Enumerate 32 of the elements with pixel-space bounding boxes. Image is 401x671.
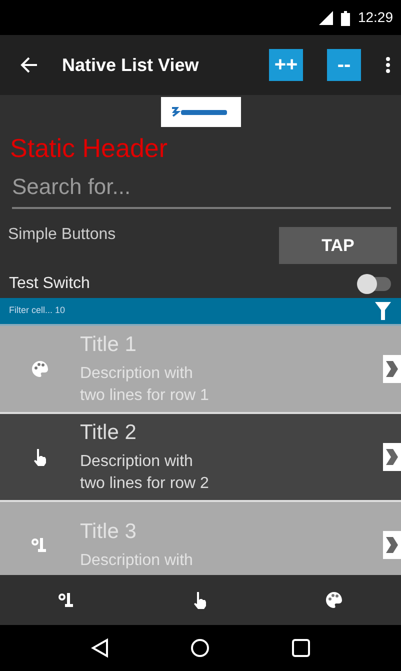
chevron-icon[interactable]: [383, 443, 401, 472]
row-description: Description with two lines for row 1: [80, 364, 210, 406]
recents-icon[interactable]: [292, 639, 310, 657]
signal-icon: [318, 11, 333, 26]
test-switch-label: Test Switch: [9, 274, 90, 294]
row-description: Description with: [80, 550, 194, 571]
toggle-switch[interactable]: [359, 277, 391, 292]
search-field[interactable]: Search for...: [12, 166, 391, 210]
chevron-icon[interactable]: [383, 531, 401, 560]
back-icon[interactable]: [90, 638, 109, 658]
home-icon[interactable]: [190, 638, 210, 658]
simple-buttons-label: Simple Buttons: [8, 225, 116, 246]
tap-button[interactable]: TAP: [279, 227, 397, 264]
row-title: Title 1: [80, 332, 138, 358]
logo-icon: [160, 97, 240, 127]
row-title: Title 2: [80, 420, 138, 446]
filter-icon[interactable]: [375, 302, 391, 320]
palette-icon: [30, 359, 50, 380]
row-title: Title 3: [80, 518, 138, 544]
list-row[interactable]: Title 3 Description with: [0, 502, 401, 575]
chevron-icon[interactable]: [383, 355, 401, 384]
palette-icon[interactable]: [324, 590, 344, 610]
battery-icon: [340, 10, 350, 26]
toolbar-button[interactable]: --: [327, 49, 361, 81]
filter-text: Filter cell... 10: [9, 304, 66, 318]
app-title: Native List View: [62, 54, 200, 76]
row-description: Description with two lines for row 2: [80, 452, 210, 494]
list-row[interactable]: Title 1 Description with two lines for row 1: [0, 326, 401, 414]
clock: 12:29: [358, 8, 393, 27]
toolbar-button[interactable]: ++: [269, 49, 303, 81]
list-row[interactable]: Title 2 Description with two lines for row 2: [0, 414, 401, 502]
static-header: Static Header: [9, 132, 169, 164]
